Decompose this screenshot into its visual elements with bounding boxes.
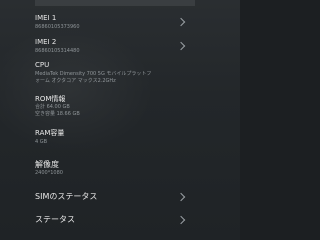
ram-value: 4 GB — [35, 139, 48, 145]
imei1-title: IMEI 1 — [35, 14, 57, 22]
sim-status-row[interactable]: SIMのステータス — [0, 188, 240, 204]
cpu-title: CPU — [35, 61, 50, 69]
rom-title: ROM情報 — [35, 95, 66, 103]
imei1-row[interactable]: IMEI 1 86860105373960 — [0, 12, 240, 34]
chevron-right-icon — [176, 192, 186, 202]
about-phone-screen: IMEI 1 86860105373960 IMEI 2 86860105314… — [0, 0, 240, 240]
chevron-right-icon — [176, 17, 186, 27]
rom-row: ROM情報 合計 64.00 GB 空き容量 18.66 GB — [0, 92, 240, 120]
resolution-value: 2400*1080 — [35, 170, 63, 176]
imei2-value: 86860105314480 — [35, 48, 80, 54]
cpu-row: CPU MediaTek Dimensity 700 5G モバイルプラットフ … — [0, 59, 240, 87]
resolution-title: 解像度 — [35, 160, 59, 169]
cpu-value-line1: MediaTek Dimensity 700 5G モバイルプラットフ — [35, 71, 152, 77]
cpu-value-line2: ォーム オクタコア マックス2.2GHz — [35, 78, 116, 84]
imei2-row[interactable]: IMEI 2 86860105314480 — [0, 36, 240, 58]
rom-free: 空き容量 18.66 GB — [35, 111, 80, 117]
chevron-right-icon — [176, 215, 186, 225]
ram-title: RAM容量 — [35, 129, 65, 137]
status-title: ステータス — [35, 215, 75, 224]
imei2-title: IMEI 2 — [35, 38, 57, 46]
sim-status-title: SIMのステータス — [35, 192, 98, 201]
rom-total: 合計 64.00 GB — [35, 104, 70, 110]
ram-row: RAM容量 4 GB — [0, 126, 240, 148]
resolution-row: 解像度 2400*1080 — [0, 157, 240, 179]
top-clipped-row — [35, 0, 195, 6]
imei1-value: 86860105373960 — [35, 24, 80, 30]
status-row[interactable]: ステータス — [0, 211, 240, 227]
chevron-right-icon — [176, 41, 186, 51]
